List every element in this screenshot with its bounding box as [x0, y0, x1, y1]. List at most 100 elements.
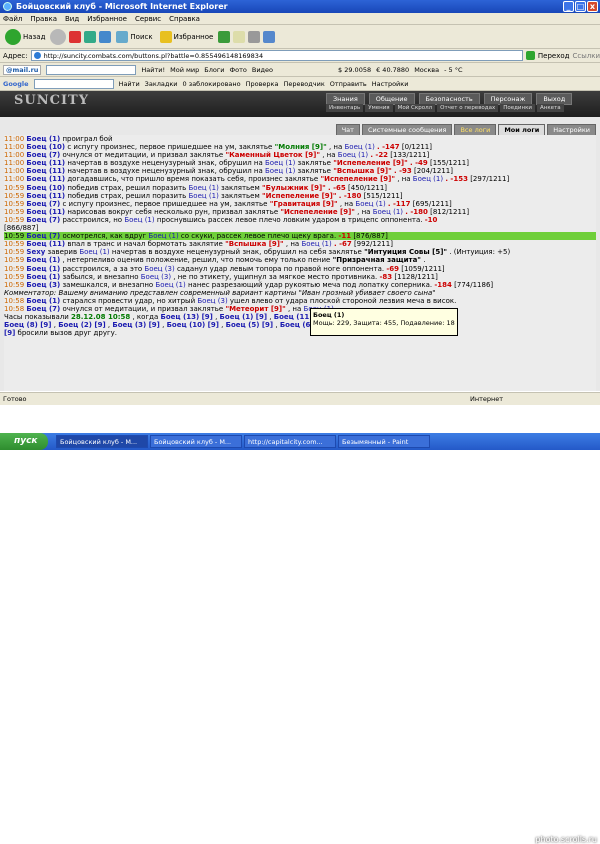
go-arrow-icon[interactable] [525, 51, 535, 60]
google-translate[interactable]: Переводчик [283, 80, 324, 88]
menu-view[interactable]: Вид [65, 13, 79, 24]
stop-icon[interactable] [69, 30, 82, 43]
fighter-name[interactable]: Боец (7) [26, 305, 60, 313]
menu-tools[interactable]: Сервис [135, 13, 161, 24]
google-search-input[interactable] [33, 78, 114, 89]
task-combats-2[interactable]: Бойцовский клуб - M... [150, 435, 242, 448]
log-highlight: . -67 [333, 240, 352, 249]
menu-edit[interactable]: Правка [30, 13, 57, 24]
task-capitalcity[interactable]: http://capitalcity.com... [244, 435, 336, 448]
fighter-name[interactable]: Боец (3) [197, 297, 227, 305]
fighter-name[interactable]: Боец (11) [26, 240, 65, 248]
fighter-name[interactable]: Боец (10) [26, 184, 65, 192]
minimize-button[interactable]: _ [563, 1, 574, 12]
fighter-name[interactable]: Боец (11) [26, 208, 65, 216]
mailru-item-myworld[interactable]: Мой мир [170, 66, 199, 74]
print-icon[interactable] [248, 30, 261, 43]
go-button[interactable]: Переход [538, 52, 570, 60]
fighter-name[interactable]: Sexy [26, 248, 45, 256]
fighter-name[interactable]: Боец (13) [9] [160, 313, 212, 321]
fighter-name[interactable]: Боец (11) [26, 159, 65, 167]
start-button[interactable]: пуск [0, 433, 48, 450]
task-paint[interactable]: Безымянный - Paint [338, 435, 430, 448]
log-time: 11:00 [4, 159, 25, 168]
favorites-button[interactable]: Избранное [158, 30, 216, 43]
google-popup-blocked[interactable]: 0 заблокировано [183, 80, 241, 88]
fighter-name[interactable]: Боец (11) [26, 167, 65, 175]
history-icon[interactable] [218, 30, 231, 43]
maximize-button[interactable]: □ [575, 1, 586, 12]
mailru-search-input[interactable] [46, 64, 137, 75]
fighter-name[interactable]: Боец (10) [26, 143, 65, 151]
links-label[interactable]: Ссылки [572, 52, 600, 60]
menu-file[interactable]: Файл [3, 13, 22, 24]
google-go-button[interactable]: Найти [119, 80, 140, 88]
log-text: очнулся от медитации, и призвал заклятье [62, 304, 226, 313]
fighter-name[interactable]: Боец (1) [265, 167, 295, 175]
fighter-name[interactable]: Боец (11) [26, 175, 65, 183]
edit-icon[interactable] [263, 30, 276, 43]
menu-favorites[interactable]: Избранное [87, 13, 127, 24]
google-bookmarks[interactable]: Закладки [145, 80, 178, 88]
fighter-name[interactable]: Боец (11) [26, 192, 65, 200]
refresh-icon[interactable] [84, 30, 97, 43]
mailru-item-video[interactable]: Видео [252, 66, 273, 74]
fighter-name[interactable]: Боец (1) [9] [220, 313, 268, 321]
fighter-name[interactable]: Боец (1) [26, 256, 60, 264]
log-line: 10:59 Боец (11) нарисовав вокруг себя не… [4, 208, 596, 216]
nav-scroll[interactable]: Мой Скролл [394, 104, 436, 112]
nav-fights[interactable]: Поединки [500, 104, 535, 112]
address-input[interactable]: http://suncity.combats.com/buttons.pl?ba… [30, 50, 523, 61]
fighter-name[interactable]: Боец (1) [373, 208, 403, 216]
forward-arrow-icon[interactable] [50, 28, 67, 45]
fighter-name[interactable]: Боец (1) [155, 281, 185, 289]
fighter-name[interactable]: Боец (7) [26, 232, 60, 240]
fighter-name[interactable]: Боец (1) [124, 216, 154, 224]
mail-icon[interactable] [233, 30, 246, 43]
fighter-name[interactable]: Боец (1) [79, 248, 109, 256]
fighter-name[interactable]: Боец (1) [26, 297, 60, 305]
fighter-name[interactable]: Боец (5) [9] [226, 321, 274, 329]
fighter-name[interactable]: Боец (3) [9] [112, 321, 160, 329]
nav-profile[interactable]: Анкета [537, 104, 564, 112]
google-send[interactable]: Отправить [330, 80, 367, 88]
fighter-name[interactable]: Боец (7) [26, 200, 60, 208]
back-button[interactable]: Назад [3, 28, 47, 45]
mailru-logo[interactable]: @mail.ru [3, 64, 42, 75]
task-combats-1[interactable]: Бойцовский клуб - M... [56, 435, 148, 448]
nav-transfers[interactable]: Отчет о переводах [437, 104, 499, 112]
fighter-name[interactable]: Боец (1) [265, 159, 295, 167]
fighter-name[interactable]: Боец (1) [26, 265, 60, 273]
home-icon[interactable] [99, 30, 112, 43]
mailru-item-photo[interactable]: Фото [230, 66, 247, 74]
fighter-name[interactable]: Боец (2) [9] [58, 321, 106, 329]
fighter-name[interactable]: Боец (1) [189, 184, 219, 192]
fighter-name[interactable]: Боец (1) [338, 151, 368, 159]
menu-help[interactable]: Справка [169, 13, 200, 24]
fighter-name[interactable]: Боец (1) [355, 200, 385, 208]
fighter-name[interactable]: Боец (10) [9] [167, 321, 219, 329]
fighter-name[interactable]: Боец (1) [189, 192, 219, 200]
fighter-name[interactable]: Боец (1) [26, 273, 60, 281]
google-check[interactable]: Проверка [246, 80, 279, 88]
fighter-name[interactable]: Боец (7) [26, 151, 60, 159]
search-button[interactable]: Поиск [114, 30, 154, 43]
fighter-name[interactable]: Боец (3) [26, 281, 60, 289]
search-label: Поиск [130, 32, 153, 41]
fighter-name[interactable]: [9] [4, 329, 15, 337]
fighter-name[interactable]: Боец (8) [9] [4, 321, 52, 329]
fighter-name[interactable]: Боец (3) [141, 273, 171, 281]
close-button[interactable]: x [587, 1, 598, 12]
mailru-item-blogs[interactable]: Блоги [204, 66, 224, 74]
google-settings[interactable]: Настройки [372, 80, 409, 88]
fighter-name[interactable]: Боец (1) [345, 143, 375, 151]
mailru-find-button[interactable]: Найти! [141, 66, 165, 74]
fighter-name[interactable]: Боец (1) [148, 232, 178, 240]
fighter-name[interactable]: Боец (1) [413, 175, 443, 183]
fighter-name[interactable]: Боец (1) [26, 135, 60, 143]
fighter-name[interactable]: Боец (3) [144, 265, 174, 273]
nav-skills[interactable]: Умения [365, 104, 393, 112]
fighter-name[interactable]: Боец (7) [26, 216, 60, 224]
fighter-name[interactable]: Боец (1) [301, 240, 331, 248]
nav-inventory[interactable]: Инвентарь [326, 104, 364, 112]
